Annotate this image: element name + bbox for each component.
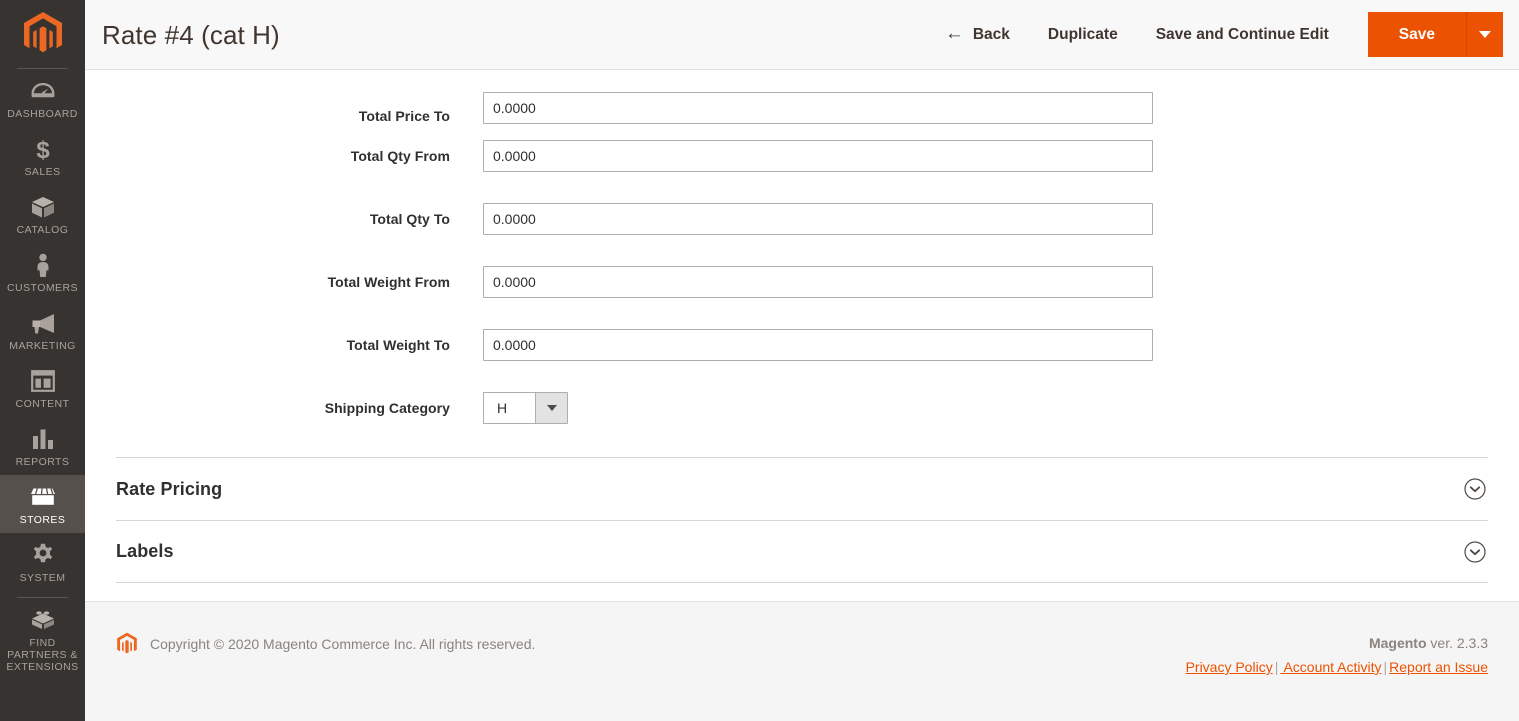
rate-conditions-form: Total Price To Total Qty From Total Qty …	[85, 70, 1519, 439]
sidebar-item-label: Content	[15, 398, 70, 410]
field-label: Total Weight To	[346, 336, 450, 353]
field-row-shipping-category: Shipping Category H	[85, 376, 1519, 439]
chevron-down-circle-icon[interactable]	[1464, 540, 1486, 563]
magento-version: Magento ver. 2.3.3	[1186, 632, 1488, 654]
shipping-category-select[interactable]: H	[483, 391, 568, 424]
sidebar-item-sales[interactable]: $ Sales	[0, 127, 85, 185]
field-row-total-weight-to: Total Weight To	[85, 313, 1519, 376]
back-button[interactable]: ← Back	[926, 17, 1029, 52]
magento-logo-small-icon	[116, 632, 138, 656]
sidebar-item-catalog[interactable]: Catalog	[0, 185, 85, 243]
save-button-group: Save	[1367, 12, 1503, 57]
link-separator: |	[1383, 659, 1388, 675]
field-label: Total Weight From	[327, 273, 450, 290]
sidebar-item-stores[interactable]: Stores	[0, 475, 85, 533]
privacy-policy-link[interactable]: Privacy Policy	[1186, 659, 1273, 675]
sidebar-item-system[interactable]: System	[0, 533, 85, 591]
copyright-block: Copyright © 2020 Magento Commerce Inc. A…	[116, 632, 535, 656]
caret-down-icon	[1479, 31, 1491, 38]
field-row-total-qty-from: Total Qty From	[85, 124, 1519, 187]
report-an-issue-link[interactable]: Report an Issue	[1389, 659, 1488, 675]
duplicate-button-label: Duplicate	[1047, 25, 1118, 43]
section-labels[interactable]: Labels	[116, 520, 1488, 583]
field-label: Total Qty From	[350, 147, 450, 164]
copyright-text: Copyright © 2020 Magento Commerce Inc. A…	[150, 636, 536, 652]
sidebar-item-label: System	[19, 572, 66, 584]
field-label: Shipping Category	[324, 399, 450, 416]
field-row-total-qty-to: Total Qty To	[85, 187, 1519, 250]
megaphone-icon	[30, 310, 56, 336]
field-label: Total Price To	[358, 108, 450, 124]
shipping-category-dropdown-button[interactable]	[535, 392, 567, 423]
lego-block-icon	[30, 607, 56, 633]
brand-name: Magento	[1368, 635, 1427, 651]
main-area: Rate #4 (cat H) ← Back Duplicate Save an…	[85, 0, 1519, 721]
page-footer: Copyright © 2020 Magento Commerce Inc. A…	[85, 601, 1519, 721]
gear-icon	[31, 542, 55, 568]
footer-links: Privacy Policy | Account Activity | Report …	[1186, 655, 1488, 679]
page-content: Total Price To Total Qty From Total Qty …	[85, 70, 1519, 601]
section-rate-pricing[interactable]: Rate Pricing	[116, 457, 1488, 520]
section-title: Labels	[116, 541, 174, 561]
page-title: Rate #4 (cat H)	[102, 19, 280, 50]
field-row-total-weight-from: Total Weight From	[85, 250, 1519, 313]
shipping-category-value: H	[484, 392, 535, 423]
section-title: Rate Pricing	[116, 478, 223, 499]
field-row-total-price-to: Total Price To	[85, 70, 1519, 124]
save-options-toggle-button[interactable]	[1466, 12, 1503, 57]
total-qty-to-input[interactable]	[483, 202, 1153, 235]
page-header: Rate #4 (cat H) ← Back Duplicate Save an…	[85, 0, 1519, 70]
sidebar-item-label: Dashboard	[7, 108, 78, 120]
person-icon	[35, 252, 51, 278]
sidebar-item-label: Marketing	[9, 340, 76, 352]
header-actions: ← Back Duplicate Save and Continue Edit …	[926, 0, 1503, 69]
back-button-label: Back	[972, 25, 1010, 43]
total-weight-to-input[interactable]	[483, 328, 1153, 361]
sidebar-navigation: Dashboard $ Sales Catalog	[0, 0, 85, 721]
sidebar-item-reports[interactable]: Reports	[0, 417, 85, 475]
box-icon	[31, 194, 55, 220]
save-and-continue-edit-label: Save and Continue Edit	[1155, 25, 1329, 43]
magento-logo[interactable]	[0, 0, 85, 62]
admin-page: Dashboard $ Sales Catalog	[0, 0, 1519, 721]
footer-right-block: Magento ver. 2.3.3 Privacy Policy | Accou…	[1186, 632, 1488, 679]
chevron-down-circle-icon[interactable]	[1464, 478, 1486, 500]
total-price-to-input[interactable]	[483, 92, 1153, 124]
account-activity-link[interactable]: Account Activity	[1280, 659, 1381, 675]
sidebar-item-content[interactable]: Content	[0, 359, 85, 417]
arrow-left-icon: ←	[944, 23, 964, 44]
version-number: ver. 2.3.3	[1426, 635, 1488, 651]
sidebar-item-marketing[interactable]: Marketing	[0, 301, 85, 359]
svg-text:$: $	[36, 137, 50, 162]
bar-chart-icon	[31, 426, 55, 452]
sidebar-item-label: Reports	[15, 456, 70, 468]
sidebar-item-label: Sales	[24, 166, 61, 178]
total-qty-from-input[interactable]	[483, 139, 1153, 172]
sidebar-item-label: Customers	[7, 282, 78, 294]
duplicate-button[interactable]: Duplicate	[1029, 18, 1137, 52]
sidebar-item-find-partners-extensions[interactable]: Find Partners & Extensions	[0, 598, 85, 680]
sidebar-item-label: Catalog	[16, 224, 69, 236]
layout-panel-icon	[30, 368, 55, 394]
sidebar-item-label: Stores	[19, 514, 66, 526]
dollar-sign-icon: $	[35, 136, 51, 162]
sidebar-item-dashboard[interactable]: Dashboard	[0, 69, 85, 127]
save-and-continue-edit-button[interactable]: Save and Continue Edit	[1137, 18, 1348, 52]
magento-logo-icon	[23, 12, 62, 53]
dashboard-gauge-icon	[31, 78, 55, 104]
storefront-icon	[30, 484, 56, 510]
sidebar-item-label: Find Partners & Extensions	[6, 637, 79, 673]
collapsible-sections: Rate Pricing Labels	[85, 457, 1519, 583]
sidebar-item-customers[interactable]: Customers	[0, 243, 85, 301]
save-button[interactable]: Save	[1367, 12, 1466, 57]
total-weight-from-input[interactable]	[483, 265, 1153, 298]
field-label: Total Qty To	[369, 210, 450, 227]
caret-down-icon	[546, 404, 557, 411]
